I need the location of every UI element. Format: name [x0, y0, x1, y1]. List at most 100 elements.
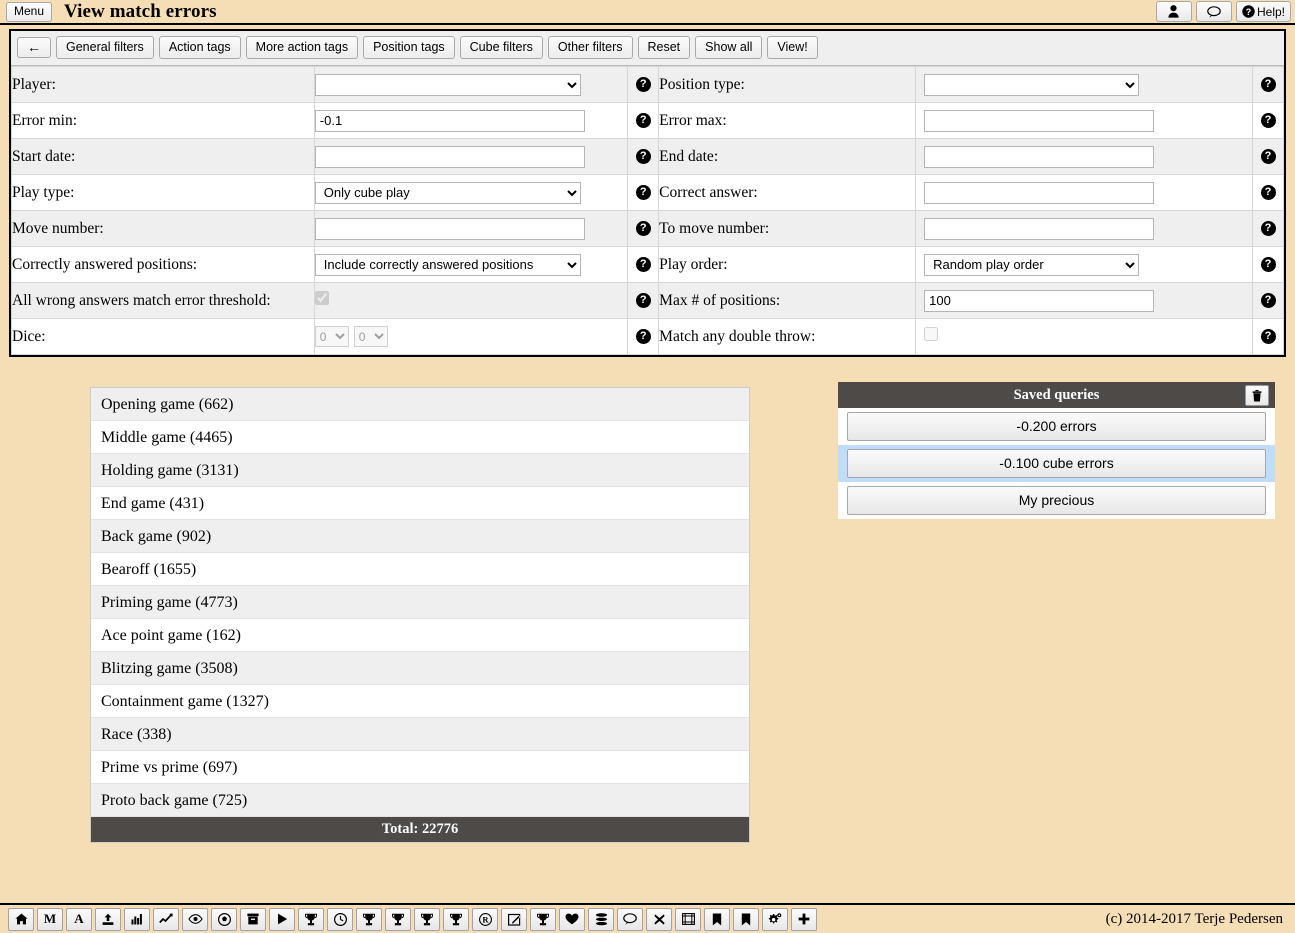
list-item[interactable]: Prime vs prime (697) — [91, 751, 749, 784]
to-move-number-input[interactable] — [924, 217, 1155, 240]
list-item[interactable]: Bearoff (1655) — [91, 553, 749, 586]
help-move-number[interactable]: ? — [627, 210, 660, 247]
list-item[interactable]: End game (431) — [91, 487, 749, 520]
edit-button[interactable] — [501, 907, 527, 931]
question-circle-icon[interactable]: ? — [1260, 257, 1276, 273]
more-action-tags-button[interactable]: More action tags — [245, 36, 359, 59]
help-match-any-double-throw[interactable]: ? — [1252, 318, 1284, 355]
analysis-button[interactable]: A — [66, 907, 92, 931]
film-button[interactable] — [675, 907, 701, 931]
trophy-button-3[interactable] — [385, 907, 411, 931]
move-number-input[interactable] — [314, 217, 585, 240]
comments-button-bottom[interactable] — [617, 907, 643, 931]
dice-1-select[interactable]: 0 — [314, 326, 349, 347]
dice-2-select[interactable]: 0 — [353, 326, 388, 347]
play-button[interactable] — [269, 907, 295, 931]
position-tags-button[interactable]: Position tags — [363, 36, 455, 59]
help-play-type[interactable]: ? — [627, 174, 660, 211]
list-item[interactable]: Proto back game (725) — [91, 784, 749, 817]
help-correctly-answered-positions[interactable]: ? — [627, 246, 660, 283]
question-circle-icon[interactable]: ? — [635, 149, 651, 165]
menu-button[interactable]: Menu — [6, 1, 53, 22]
help-player[interactable]: ? — [627, 66, 660, 103]
ball-button[interactable] — [211, 907, 237, 931]
question-circle-icon[interactable]: ? — [635, 293, 651, 309]
tournament-button[interactable] — [298, 907, 324, 931]
list-item[interactable]: Middle game (4465) — [91, 421, 749, 454]
saved-query-button[interactable]: -0.200 errors — [847, 412, 1266, 441]
add-button[interactable] — [791, 907, 817, 931]
back-button[interactable]: ← — [17, 37, 51, 58]
cube-filters-button[interactable]: Cube filters — [459, 36, 543, 59]
trophy-button-5[interactable] — [443, 907, 469, 931]
home-button[interactable] — [8, 907, 34, 931]
view-button[interactable]: View! — [767, 36, 818, 59]
comments-button[interactable] — [1195, 1, 1232, 22]
error-min-input[interactable] — [314, 109, 585, 132]
question-circle-icon[interactable]: ? — [1260, 149, 1276, 165]
matches-button[interactable]: M — [37, 907, 63, 931]
upload-button[interactable] — [95, 907, 121, 931]
trophy-button-2[interactable] — [356, 907, 382, 931]
saved-query-button[interactable]: My precious — [847, 486, 1266, 515]
list-item[interactable]: Blitzing game (3508) — [91, 652, 749, 685]
action-tags-button[interactable]: Action tags — [158, 36, 241, 59]
reset-button[interactable]: Reset — [637, 36, 691, 59]
start-date-input[interactable] — [314, 145, 585, 168]
question-circle-icon[interactable]: ? — [1260, 221, 1276, 237]
player-select[interactable] — [314, 73, 581, 96]
question-circle-icon[interactable]: ? — [1260, 293, 1276, 309]
help-all-wrong-answers-threshold[interactable]: ? — [627, 282, 660, 319]
correct-answer-input[interactable] — [924, 181, 1155, 204]
help-end-date[interactable]: ? — [1252, 138, 1284, 175]
correctly-answered-positions-select[interactable]: Include correctly answered positions — [314, 253, 581, 276]
question-circle-icon[interactable]: ? — [635, 113, 651, 129]
question-circle-icon[interactable]: ? — [635, 329, 651, 345]
close-button[interactable] — [646, 907, 672, 931]
match-any-double-throw-checkbox[interactable] — [924, 327, 939, 341]
trophy-button-4[interactable] — [414, 907, 440, 931]
other-filters-button[interactable]: Other filters — [547, 36, 633, 59]
view-button[interactable] — [182, 907, 208, 931]
delete-saved-query-button[interactable] — [1245, 385, 1269, 406]
saved-query-button[interactable]: -0.100 cube errors — [847, 449, 1266, 478]
question-circle-icon[interactable]: ? — [635, 77, 651, 93]
question-circle-icon[interactable]: ? — [635, 257, 651, 273]
registered-button[interactable]: R — [472, 907, 498, 931]
play-type-select[interactable]: Only cube play — [314, 181, 581, 204]
help-button[interactable]: ? Help! — [1235, 1, 1291, 22]
help-to-move-number[interactable]: ? — [1252, 210, 1284, 247]
favourites-button[interactable] — [559, 907, 585, 931]
bar-chart-button[interactable] — [124, 907, 150, 931]
help-error-min[interactable]: ? — [627, 102, 660, 139]
end-date-input[interactable] — [924, 145, 1155, 168]
list-item[interactable]: Back game (902) — [91, 520, 749, 553]
list-item[interactable]: Ace point game (162) — [91, 619, 749, 652]
question-circle-icon[interactable]: ? — [1260, 329, 1276, 345]
bookmark-button-1[interactable] — [704, 907, 730, 931]
general-filters-button[interactable]: General filters — [56, 36, 154, 59]
line-chart-button[interactable] — [153, 907, 179, 931]
help-max-positions[interactable]: ? — [1252, 282, 1284, 319]
help-start-date[interactable]: ? — [627, 138, 660, 175]
database-button[interactable] — [588, 907, 614, 931]
list-item[interactable]: Race (338) — [91, 718, 749, 751]
archive-button[interactable] — [240, 907, 266, 931]
question-circle-icon[interactable]: ? — [1260, 113, 1276, 129]
help-play-order[interactable]: ? — [1252, 246, 1284, 283]
list-item[interactable]: Holding game (3131) — [91, 454, 749, 487]
user-button[interactable] — [1155, 1, 1192, 22]
max-positions-input[interactable] — [924, 289, 1155, 312]
help-position-type[interactable]: ? — [1252, 66, 1284, 103]
help-dice[interactable]: ? — [627, 318, 660, 355]
question-circle-icon[interactable]: ? — [635, 221, 651, 237]
list-item[interactable]: Containment game (1327) — [91, 685, 749, 718]
history-button[interactable] — [327, 907, 353, 931]
list-item[interactable]: Priming game (4773) — [91, 586, 749, 619]
bookmark-button-2[interactable] — [733, 907, 759, 931]
position-type-select[interactable] — [924, 73, 1140, 96]
show-all-button[interactable]: Show all — [695, 36, 763, 59]
play-order-select[interactable]: Random play order — [924, 253, 1140, 276]
settings-button[interactable] — [762, 907, 788, 931]
question-circle-icon[interactable]: ? — [635, 185, 651, 201]
